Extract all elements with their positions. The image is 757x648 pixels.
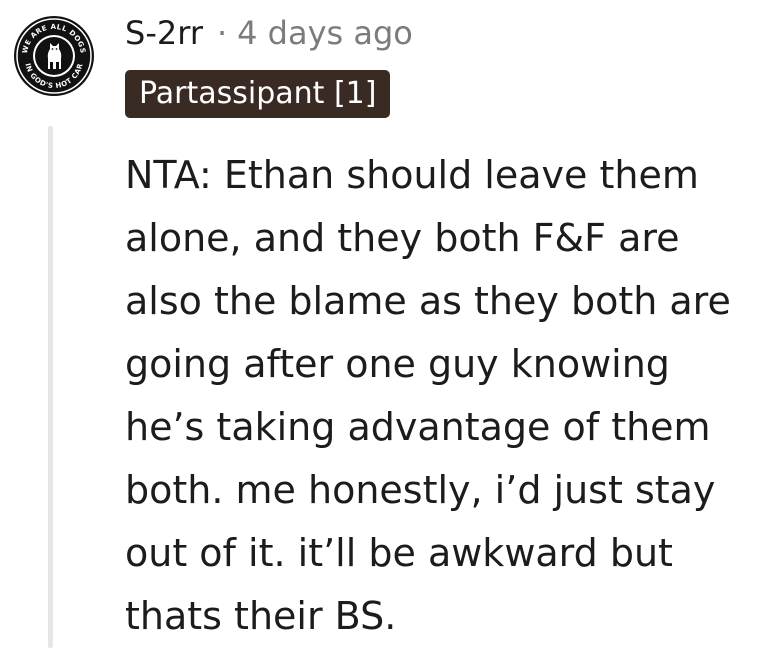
author-name[interactable]: S-2rr (125, 14, 203, 52)
user-flair-badge: Partassipant [1] (125, 70, 391, 118)
comment: WE ARE ALL DOGS IN GOD'S HOT CAR S-2rr ·… (0, 0, 757, 648)
comment-body: NTA: Ethan should leave them alone, and … (125, 153, 731, 638)
comment-timestamp[interactable]: 4 days ago (237, 14, 413, 52)
user-avatar[interactable]: WE ARE ALL DOGS IN GOD'S HOT CAR (13, 15, 95, 97)
thread-line[interactable] (48, 126, 53, 648)
separator-dot: · (216, 14, 228, 52)
dog-badge-icon: WE ARE ALL DOGS IN GOD'S HOT CAR (14, 16, 94, 96)
comment-meta: S-2rr · 4 days ago (125, 12, 413, 54)
